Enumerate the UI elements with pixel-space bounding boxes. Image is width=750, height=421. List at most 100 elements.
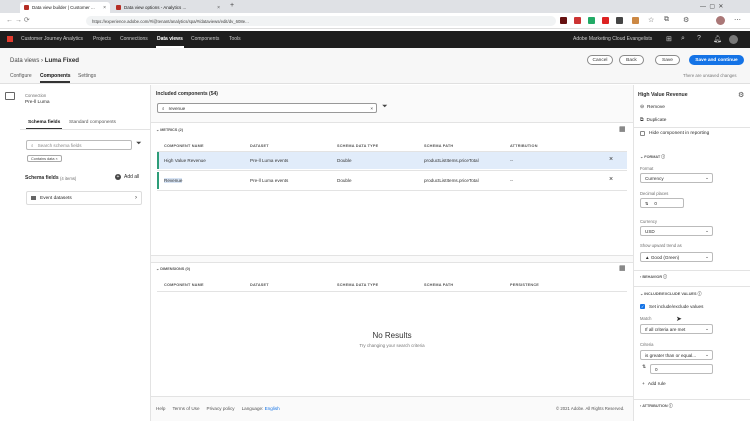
column-header[interactable]: SCHEMA PATH — [424, 283, 453, 287]
schema-search-input[interactable]: ⌕ Search schema fields — [26, 140, 132, 150]
org-name[interactable]: Adobe Marketing Cloud Evangelists — [573, 36, 652, 42]
language-link[interactable]: English — [265, 406, 280, 411]
component-search-input[interactable]: ⌕ revenue × — [157, 103, 377, 113]
help-icon[interactable]: ? — [697, 35, 701, 42]
column-header[interactable]: COMPONENT NAME — [164, 144, 204, 148]
nav-data-views[interactable]: Data views — [157, 36, 183, 42]
remove-row-icon[interactable]: × — [609, 176, 613, 183]
nav-connections[interactable]: Connections — [120, 36, 148, 42]
include-exclude-section-header[interactable]: ⌄ INCLUDE/EXCLUDE VALUES ⓘ — [640, 291, 701, 297]
notification-bell-icon[interactable]: 🔔︎ — [713, 35, 722, 43]
attribution-section-header[interactable]: › ATTRIBUTION ⓘ — [640, 404, 673, 409]
behavior-section-header[interactable]: › BEHAVIOR ⓘ — [640, 275, 667, 280]
column-header[interactable]: DATASET — [250, 283, 269, 287]
column-header[interactable]: SCHEMA DATA TYPE — [337, 144, 378, 148]
back-button[interactable]: Back — [619, 55, 644, 65]
cancel-button[interactable]: Cancel — [587, 55, 613, 65]
tab-schema-fields[interactable]: Schema fields — [28, 120, 60, 125]
table-row[interactable]: Revenue Pre-ll Luma events Double produc… — [157, 172, 627, 189]
list-item[interactable]: Event datasets › — [26, 191, 142, 205]
extension-icon[interactable] — [560, 17, 567, 24]
column-header[interactable]: DATASET — [250, 144, 269, 148]
extension-icon[interactable] — [602, 17, 609, 24]
column-header[interactable]: SCHEMA PATH — [424, 144, 453, 148]
close-icon[interactable]: × — [56, 157, 58, 161]
add-all-button[interactable]: + Add all — [115, 174, 139, 180]
adobe-logo-icon[interactable] — [7, 36, 13, 42]
product-name[interactable]: Customer Journey Analytics — [21, 36, 83, 42]
trend-dropdown[interactable]: ▲ Good (Green) ⌄ — [640, 252, 713, 262]
duplicate-label: Duplicate — [646, 117, 667, 123]
save-and-continue-button[interactable]: Save and continue — [689, 55, 744, 65]
dimensions-header[interactable]: ⌄ DIMENSIONS (0) — [156, 266, 190, 271]
column-header[interactable]: COMPONENT NAME — [164, 283, 204, 287]
filter-icon[interactable]: ⏷ — [136, 140, 142, 148]
cell-attribution: -- — [510, 178, 514, 183]
clear-icon[interactable]: × — [370, 106, 373, 111]
extension-icon[interactable] — [574, 17, 581, 24]
more-icon[interactable]: ⋯ — [734, 16, 741, 24]
browser-tab[interactable]: Data view options - Analytics ... × — [112, 2, 224, 13]
add-rule-button[interactable]: + Add rule — [642, 382, 666, 387]
currency-dropdown[interactable]: USD ⌄ — [640, 226, 713, 236]
nav-tools[interactable]: Tools — [229, 36, 241, 42]
breadcrumb: Data views › Luma Fixed — [10, 57, 79, 64]
help-link[interactable]: Help — [156, 406, 165, 411]
nav-projects[interactable]: Projects — [93, 36, 111, 42]
column-header[interactable]: PERSISTENCE — [510, 283, 539, 287]
set-include-checkbox[interactable]: ✓ Set include/exclude values — [640, 304, 703, 309]
close-icon[interactable]: × — [217, 5, 220, 11]
extension-icon[interactable] — [616, 17, 623, 24]
format-dropdown[interactable]: Currency ⌄ — [640, 173, 713, 183]
column-settings-icon[interactable]: ▦ — [619, 264, 626, 272]
tab-components[interactable]: Components — [40, 73, 71, 79]
nav-arrows-icon[interactable]: ← → ⟳ — [6, 16, 30, 24]
stepper-arrows-icon[interactable]: ⇅ — [645, 201, 648, 206]
privacy-link[interactable]: Privacy policy — [207, 406, 235, 411]
extension-icon[interactable] — [588, 17, 595, 24]
table-row[interactable]: High Value Revenue Pre-ll Luma events Do… — [157, 152, 627, 169]
tab-standard-components[interactable]: Standard components — [69, 120, 116, 125]
browser-tab-active[interactable]: Data view builder | Customer ... × — [20, 2, 110, 13]
column-header[interactable]: SCHEMA DATA TYPE — [337, 283, 378, 287]
match-dropdown[interactable]: If all criteria are met ⌄ — [640, 324, 713, 334]
breadcrumb-root[interactable]: Data views — [10, 58, 39, 64]
stepper-arrows-icon[interactable]: ⇅ — [642, 364, 646, 370]
duplicate-button[interactable]: ⧉ Duplicate — [640, 117, 667, 124]
new-tab-button[interactable]: + — [230, 2, 234, 9]
criteria-label: Criteria — [640, 342, 654, 347]
nav-components[interactable]: Components — [191, 36, 219, 42]
filter-tag[interactable]: Contains data × — [27, 155, 62, 162]
extension-icon[interactable] — [632, 17, 639, 24]
close-icon[interactable]: × — [103, 5, 106, 11]
criteria-dropdown[interactable]: is greater than or equal... ⌄ — [640, 350, 713, 360]
collections-icon[interactable]: ⧉ — [664, 16, 669, 24]
user-avatar[interactable] — [729, 35, 738, 44]
url-field[interactable]: https://experience.adobe.com/#/@tenant/a… — [86, 16, 556, 26]
window-controls[interactable]: — ▢ ✕ — [700, 3, 723, 10]
column-header[interactable]: ATTRIBUTION — [510, 144, 538, 148]
criteria-number-input[interactable]: 0 — [650, 364, 713, 374]
metrics-header[interactable]: ⌄ METRICS (2) — [156, 127, 183, 132]
column-settings-icon[interactable]: ▦ — [619, 125, 626, 133]
settings-icon[interactable]: ⚙ — [738, 91, 744, 99]
save-button[interactable]: Save — [655, 55, 680, 65]
apps-grid-icon[interactable]: ⊞ — [666, 35, 672, 43]
search-icon[interactable]: ⌕ — [681, 35, 685, 43]
remove-button[interactable]: ⊖ Remove — [640, 105, 665, 110]
tab-settings[interactable]: Settings — [78, 73, 96, 79]
filter-icon[interactable]: ⏷ — [382, 103, 388, 111]
format-section-header[interactable]: ⌄ FORMAT ⓘ — [640, 154, 665, 160]
terms-link[interactable]: Terms of Use — [172, 406, 199, 411]
profile-avatar[interactable] — [716, 16, 725, 25]
remove-row-icon[interactable]: × — [609, 156, 613, 163]
chevron-down-icon: ⌄ — [705, 228, 709, 233]
trend-label: Show upward trend as — [640, 243, 682, 248]
decimal-stepper[interactable]: ⇅ 0 — [640, 198, 684, 208]
info-icon: ⓘ — [697, 292, 702, 296]
tab-configure[interactable]: Configure — [10, 73, 32, 79]
hide-component-checkbox[interactable]: Hide component in reporting — [640, 131, 709, 136]
panel-toggle-icon[interactable] — [5, 92, 15, 100]
star-icon[interactable]: ☆ — [648, 16, 654, 24]
settings-icon[interactable]: ⚙ — [683, 16, 689, 24]
